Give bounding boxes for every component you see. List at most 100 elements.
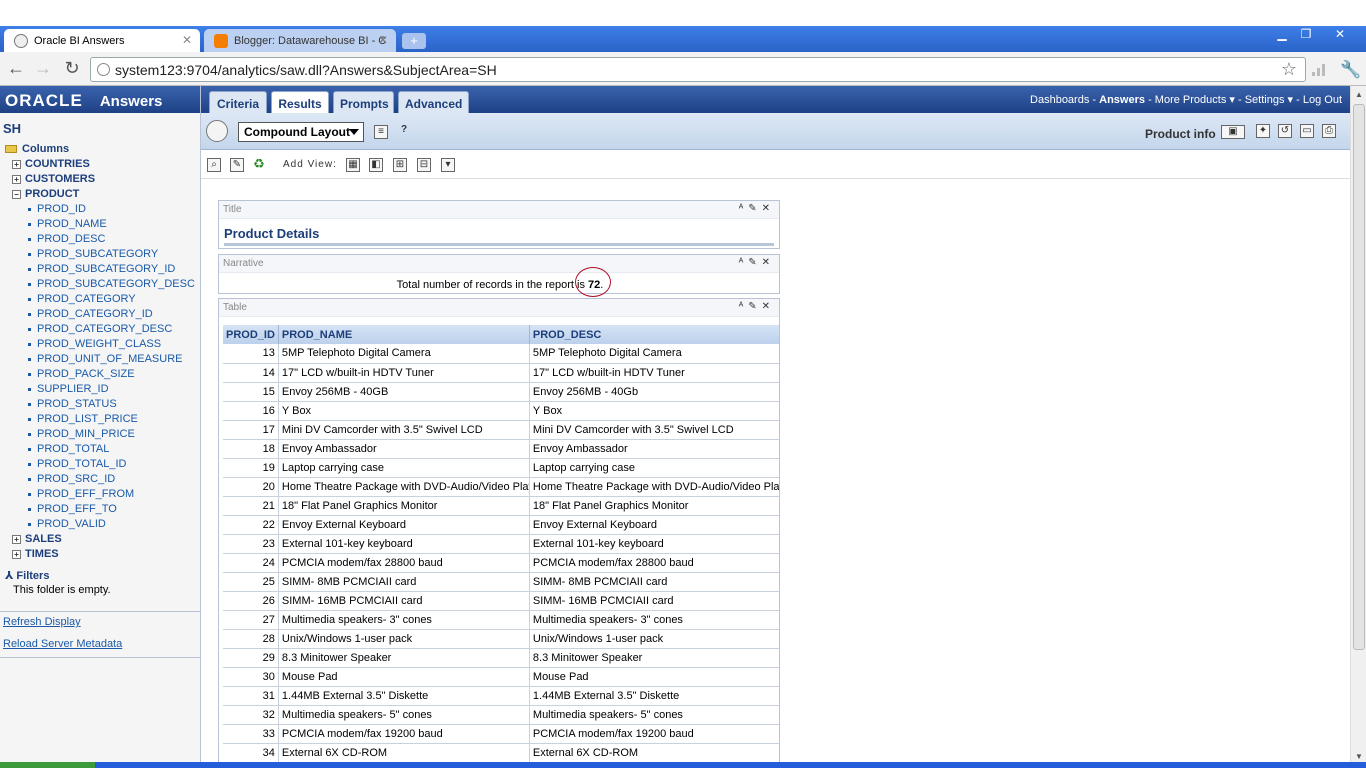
browser-tab-blogger[interactable]: Blogger: Datawarehouse BI - C ✕: [204, 29, 396, 52]
edit-view-icon[interactable]: ✎: [748, 257, 761, 268]
collapse-icon[interactable]: −: [12, 189, 21, 199]
column-item[interactable]: PROD_WEIGHT_CLASS: [28, 338, 161, 350]
layout-properties-icon[interactable]: ≡: [374, 125, 388, 139]
report-title: Product Details: [224, 226, 320, 241]
add-table-view-icon[interactable]: ▦: [346, 158, 360, 172]
save-icon[interactable]: ▭: [1300, 124, 1314, 138]
columns-folder[interactable]: Columns: [5, 143, 69, 155]
add-pivot-view-icon[interactable]: ⊞: [393, 158, 407, 172]
column-item[interactable]: PROD_PACK_SIZE: [28, 368, 135, 380]
expand-icon[interactable]: +: [12, 174, 21, 184]
help-icon[interactable]: ?: [397, 124, 411, 138]
view-controls[interactable]: ᴬ✎✕: [739, 203, 775, 214]
minimize-window-icon[interactable]: ▁: [1270, 28, 1294, 42]
reload-icon[interactable]: ↻: [62, 59, 82, 79]
edit-icon[interactable]: ✎: [230, 158, 244, 172]
column-item[interactable]: PROD_SUBCATEGORY_DESC: [28, 278, 195, 290]
tab-advanced[interactable]: Advanced: [398, 91, 469, 113]
open-icon[interactable]: ↺: [1278, 124, 1292, 138]
tab-prompts[interactable]: Prompts: [333, 91, 394, 113]
column-item[interactable]: PROD_NAME: [28, 218, 107, 230]
dashboards-link[interactable]: Dashboards: [1030, 94, 1089, 106]
preview-icon[interactable]: ⌕: [207, 158, 221, 172]
print-icon[interactable]: ⎙: [1322, 124, 1336, 138]
view-header-label: Title: [223, 204, 242, 215]
product-info-icon[interactable]: ▣: [1221, 125, 1245, 139]
column-item[interactable]: PROD_CATEGORY_DESC: [28, 323, 172, 335]
tab-criteria[interactable]: Criteria: [209, 91, 267, 113]
delete-view-icon[interactable]: ✕: [762, 203, 775, 214]
column-item[interactable]: PROD_UNIT_OF_MEASURE: [28, 353, 182, 365]
refresh-display-link[interactable]: Refresh Display: [3, 616, 81, 628]
column-item[interactable]: PROD_TOTAL: [28, 443, 109, 455]
folder-product[interactable]: − PRODUCT: [12, 188, 79, 200]
column-item[interactable]: SUPPLIER_ID: [28, 383, 109, 395]
add-chart-view-icon[interactable]: ◧: [369, 158, 383, 172]
wrench-icon[interactable]: 🔧: [1340, 60, 1361, 80]
settings-link[interactable]: Settings: [1245, 94, 1285, 106]
logout-link[interactable]: Log Out: [1303, 94, 1342, 106]
column-item[interactable]: PROD_STATUS: [28, 398, 117, 410]
column-item[interactable]: PROD_TOTAL_ID: [28, 458, 126, 470]
expand-icon[interactable]: +: [12, 159, 21, 169]
refresh-icon[interactable]: ♻: [252, 157, 266, 172]
edit-view-icon[interactable]: ✎: [748, 301, 761, 312]
more-views-dropdown-icon[interactable]: ▾: [441, 158, 455, 172]
column-header-prod-name[interactable]: PROD_NAME: [278, 325, 530, 344]
column-item[interactable]: PROD_SUBCATEGORY: [28, 248, 158, 260]
add-filter-view-icon[interactable]: ⊟: [417, 158, 431, 172]
new-tab-button[interactable]: +: [402, 33, 426, 49]
column-item[interactable]: PROD_EFF_FROM: [28, 488, 134, 500]
chevron-down-icon[interactable]: ▾: [1229, 94, 1235, 106]
format-view-icon[interactable]: ᴬ: [739, 203, 749, 214]
folder-times[interactable]: + TIMES: [12, 548, 59, 560]
close-window-icon[interactable]: ✕: [1328, 28, 1352, 42]
back-arrow-icon[interactable]: ←: [6, 59, 26, 79]
close-tab-icon[interactable]: ✕: [182, 33, 192, 47]
view-controls[interactable]: ᴬ✎✕: [739, 257, 775, 268]
column-item[interactable]: PROD_VALID: [28, 518, 106, 530]
column-item[interactable]: PROD_LIST_PRICE: [28, 413, 138, 425]
column-item[interactable]: PROD_ID: [28, 203, 86, 215]
delete-view-icon[interactable]: ✕: [762, 301, 775, 312]
chevron-down-icon[interactable]: ▾: [1288, 94, 1294, 106]
address-bar[interactable]: system123:9704/analytics/saw.dll?Answers…: [90, 57, 1306, 82]
expand-icon[interactable]: +: [12, 534, 21, 544]
more-products-link[interactable]: More Products: [1155, 94, 1227, 106]
column-header-prod-desc[interactable]: PROD_DESC: [529, 325, 779, 344]
vertical-scrollbar[interactable]: ▲ ▼: [1350, 86, 1366, 768]
answers-link[interactable]: Answers: [1099, 94, 1145, 106]
column-item[interactable]: PROD_CATEGORY_ID: [28, 308, 153, 320]
reload-metadata-link[interactable]: Reload Server Metadata: [3, 638, 122, 650]
expand-icon[interactable]: +: [12, 549, 21, 559]
close-tab-icon[interactable]: ✕: [378, 33, 388, 47]
delete-view-icon[interactable]: ✕: [762, 257, 775, 268]
column-item[interactable]: PROD_SUBCATEGORY_ID: [28, 263, 175, 275]
scrollbar-thumb[interactable]: [1353, 104, 1365, 650]
format-view-icon[interactable]: ᴬ: [739, 301, 749, 312]
format-view-icon[interactable]: ᴬ: [739, 257, 749, 268]
column-item[interactable]: PROD_MIN_PRICE: [28, 428, 135, 440]
column-item[interactable]: PROD_EFF_TO: [28, 503, 117, 515]
layout-icon[interactable]: [206, 120, 228, 142]
folder-sales[interactable]: + SALES: [12, 533, 62, 545]
column-header-prod-id[interactable]: PROD_ID: [223, 325, 279, 344]
star-icon[interactable]: ☆: [1281, 59, 1297, 80]
view-controls[interactable]: ᴬ✎✕: [739, 301, 775, 312]
new-request-icon[interactable]: ✦: [1256, 124, 1270, 138]
cell-prod-id: 23: [223, 534, 279, 554]
layout-select[interactable]: Compound Layout: [238, 122, 364, 142]
folder-countries[interactable]: + COUNTRIES: [12, 158, 90, 170]
tab-results[interactable]: Results: [271, 91, 329, 113]
start-button[interactable]: [0, 762, 95, 768]
restore-window-icon[interactable]: ❐: [1294, 28, 1318, 42]
column-item[interactable]: PROD_DESC: [28, 233, 105, 245]
edit-view-icon[interactable]: ✎: [748, 203, 761, 214]
column-item[interactable]: PROD_SRC_ID: [28, 473, 115, 485]
cell-prod-id: 33: [223, 724, 279, 744]
column-item[interactable]: PROD_CATEGORY: [28, 293, 136, 305]
forward-arrow-icon[interactable]: →: [33, 59, 53, 79]
browser-tab-oracle[interactable]: Oracle BI Answers ✕: [4, 29, 200, 52]
scroll-up-icon[interactable]: ▲: [1353, 90, 1365, 102]
folder-customers[interactable]: + CUSTOMERS: [12, 173, 95, 185]
